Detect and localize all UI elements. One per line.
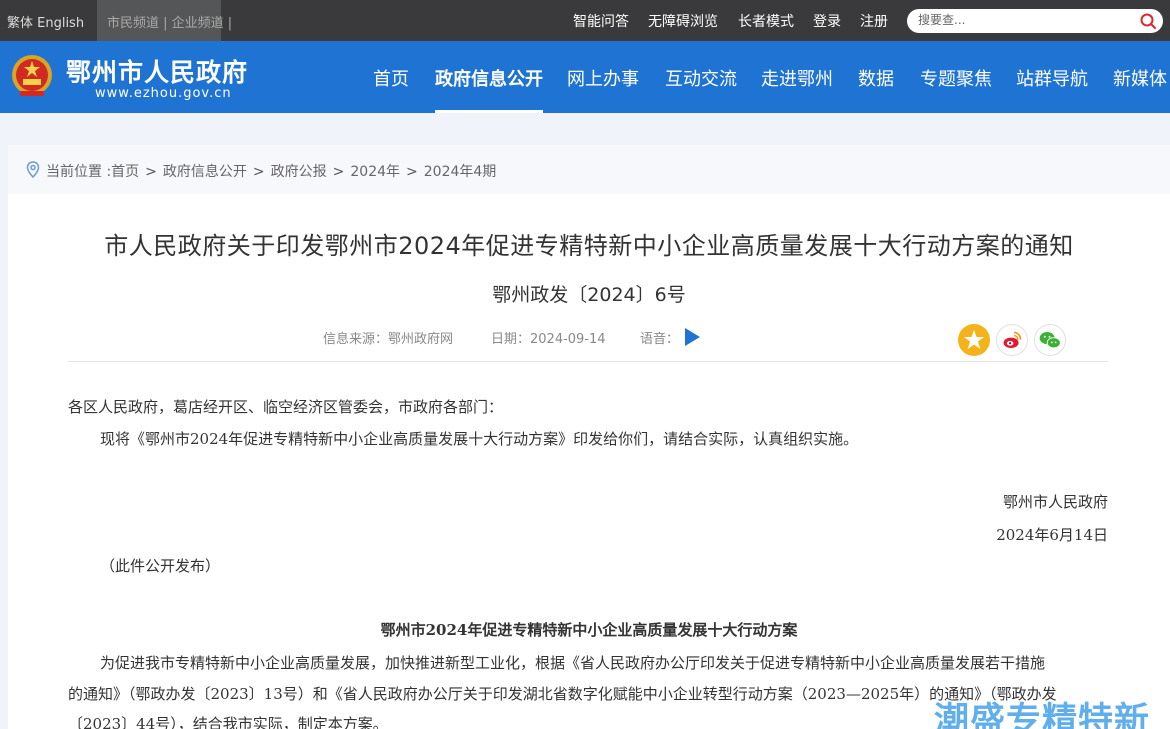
breadcrumb-home[interactable]: 当前位置 :首页 — [46, 164, 139, 180]
nav-online-services[interactable]: 网上办事 — [567, 65, 639, 91]
site-name[interactable]: 鄂州市人民政府 — [66, 53, 248, 89]
salutation: 各区人民政府，葛店经开区、临空经济区管委会，市政府各部门： — [68, 398, 504, 416]
breadcrumb-gov-info[interactable]: 政府信息公开 — [163, 164, 247, 180]
play-audio-icon[interactable] — [683, 327, 701, 347]
breadcrumb: 当前位置 :首页 > 政府信息公开 > 政府公报 >2024年 >2024年4期 — [8, 145, 1170, 194]
weibo-icon[interactable] — [996, 324, 1028, 356]
national-emblem-icon — [12, 55, 52, 96]
plan-paragraph-line-3: 〔2023〕44号），结合我市实际，制定本方案。 — [68, 715, 388, 729]
register-link[interactable]: 注册 — [860, 11, 888, 31]
notice-paragraph: 现将《鄂州市2024年促进专精特新中小企业高质量发展十大行动方案》印发给你们，请… — [100, 430, 859, 448]
language-switch[interactable]: 繁体 English — [7, 12, 84, 31]
nav-site-group[interactable]: 站群导航 — [1016, 65, 1088, 91]
article-panel: 市人民政府关于印发鄂州市2024年促进专精特新中小企业高质量发展十大行动方案的通… — [8, 194, 1170, 729]
search-icon[interactable] — [1139, 12, 1157, 30]
document-number: 鄂州政发〔2024〕6号 — [492, 284, 686, 306]
breadcrumb-issue[interactable]: 2024年4期 — [424, 164, 497, 180]
site-url: www.ezhou.gov.cn — [95, 86, 232, 101]
active-nav-indicator — [435, 110, 543, 113]
breadcrumb-year[interactable]: 2024年 — [350, 164, 400, 180]
article-date: 日期：2024-09-14 — [491, 332, 606, 347]
plan-paragraph-line-1: 为促进我市专精特新中小企业高质量发展，加快推进新型工业化，根据《省人民政府办公厅… — [100, 654, 1046, 672]
nav-gov-info[interactable]: 政府信息公开 — [435, 65, 543, 91]
nav-data[interactable]: 数据 — [858, 65, 894, 91]
breadcrumb-gazette[interactable]: 政府公报 — [271, 164, 327, 180]
nav-home[interactable]: 首页 — [373, 65, 409, 91]
nav-topics[interactable]: 专题聚焦 — [920, 65, 992, 91]
accessibility-link[interactable]: 无障碍浏览 — [648, 11, 718, 31]
site-header: 鄂州市人民政府 www.ezhou.gov.cn 首页 政府信息公开 网上办事 … — [0, 41, 1170, 113]
smart-qa-link[interactable]: 智能问答 — [573, 11, 629, 31]
elder-mode-link[interactable]: 长者模式 — [738, 11, 794, 31]
nav-new-media[interactable]: 新媒体 — [1113, 65, 1167, 91]
search-box — [907, 9, 1163, 33]
nav-about-ezhou[interactable]: 走进鄂州 — [761, 65, 833, 91]
search-input[interactable] — [918, 13, 1128, 27]
favorite-icon[interactable] — [958, 324, 990, 356]
login-link[interactable]: 登录 — [813, 11, 841, 31]
top-utility-bar: 繁体 English 市民频道 | 企业频道 | 智能问答 无障碍浏览 长者模式… — [0, 0, 1170, 41]
nav-interaction[interactable]: 互动交流 — [665, 65, 737, 91]
article-title: 市人民政府关于印发鄂州市2024年促进专精特新中小企业高质量发展十大行动方案的通… — [104, 232, 1074, 260]
voice-label: 语音： — [640, 332, 680, 347]
publish-note: （此件公开发布） — [100, 557, 221, 575]
article-source: 信息来源：鄂州政府网 — [323, 332, 454, 347]
channel-links[interactable]: 市民频道 | 企业频道 | — [97, 0, 232, 41]
watermark: 潮盛专精特新 — [934, 701, 1151, 729]
plan-paragraph-line-2: 的通知》（鄂政办发〔2023〕13号）和《省人民政府办公厅关于印发湖北省数字化赋… — [68, 685, 1057, 703]
wechat-icon[interactable] — [1034, 324, 1066, 356]
location-pin-icon — [26, 161, 40, 178]
issue-date: 2024年6月14日 — [996, 526, 1108, 544]
meta-divider — [68, 361, 1108, 362]
issuer-signature: 鄂州市人民政府 — [1002, 493, 1108, 511]
plan-title: 鄂州市2024年促进专精特新中小企业高质量发展十大行动方案 — [380, 621, 798, 639]
